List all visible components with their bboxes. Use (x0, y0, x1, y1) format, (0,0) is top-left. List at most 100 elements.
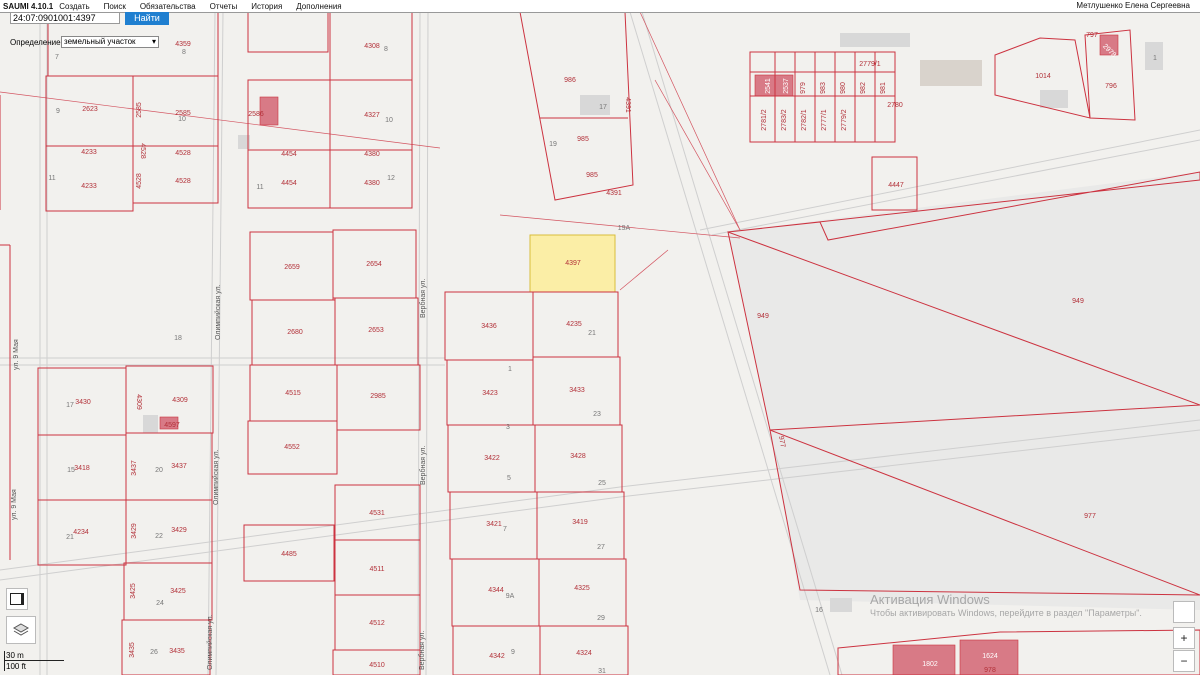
basemap-button[interactable] (6, 588, 28, 610)
svg-text:7: 7 (503, 526, 507, 533)
cadastral-map[interactable]: 4359 4308986 4391 2779/11014797796 262325… (0, 0, 1200, 675)
svg-text:9: 9 (56, 108, 60, 115)
svg-text:10: 10 (178, 116, 186, 123)
svg-text:Олимпийская ул.: Олимпийская ул. (206, 614, 214, 670)
svg-text:3423: 3423 (482, 390, 498, 397)
activation-subtitle: Чтобы активировать Windows, перейдите в … (870, 608, 1142, 618)
svg-text:20: 20 (155, 467, 163, 474)
svg-text:986: 986 (564, 77, 576, 84)
svg-text:2654: 2654 (366, 261, 382, 268)
svg-text:Вербная ул.: Вербная ул. (419, 446, 427, 485)
svg-text:11: 11 (256, 184, 263, 191)
definition-select[interactable]: земельный участок ▾ (61, 36, 159, 48)
menu-obligations[interactable]: Обязательства (140, 2, 196, 11)
basemap-icon (10, 593, 24, 605)
svg-text:4309: 4309 (135, 394, 142, 410)
layers-button[interactable] (6, 616, 36, 644)
svg-text:978: 978 (984, 667, 996, 674)
main-menu: Создать Поиск Обязательства Отчеты Истор… (59, 2, 355, 11)
chevron-down-icon: ▾ (151, 37, 156, 46)
svg-text:4327: 4327 (364, 112, 380, 119)
svg-text:29: 29 (597, 615, 605, 622)
svg-text:4447: 4447 (888, 182, 904, 189)
definition-select-value: земельный участок (64, 37, 136, 46)
svg-text:26: 26 (150, 649, 158, 656)
svg-text:4528: 4528 (136, 173, 143, 189)
menu-additions[interactable]: Дополнения (296, 2, 341, 11)
menu-history[interactable]: История (251, 2, 282, 11)
svg-text:21: 21 (66, 534, 74, 541)
svg-text:3430: 3430 (75, 399, 91, 406)
svg-text:797: 797 (1086, 32, 1098, 39)
svg-text:3421: 3421 (486, 521, 502, 528)
svg-text:3418: 3418 (74, 465, 90, 472)
find-button[interactable]: Найти (125, 12, 169, 25)
svg-text:ул. 9 Мая: ул. 9 Мая (11, 489, 18, 520)
svg-text:3425: 3425 (130, 583, 137, 599)
svg-text:2777/1: 2777/1 (821, 109, 828, 131)
menu-reports[interactable]: Отчеты (210, 2, 238, 11)
svg-text:981: 981 (880, 82, 887, 94)
svg-text:4454: 4454 (281, 151, 297, 158)
svg-text:3419: 3419 (572, 519, 588, 526)
svg-text:1: 1 (1153, 55, 1157, 62)
svg-text:4324: 4324 (576, 650, 592, 657)
svg-text:1014: 1014 (1035, 73, 1051, 80)
svg-text:3435: 3435 (169, 648, 185, 655)
svg-text:4454: 4454 (281, 180, 297, 187)
svg-text:985: 985 (577, 136, 589, 143)
svg-text:4359: 4359 (175, 41, 191, 48)
minus-icon: − (1180, 654, 1188, 668)
svg-text:4515: 4515 (285, 390, 301, 397)
svg-text:17: 17 (599, 104, 607, 111)
svg-text:2779/1: 2779/1 (859, 61, 881, 68)
scale-bar: 30 m 100 ft (3, 651, 64, 673)
svg-text:3435: 3435 (129, 642, 136, 658)
svg-text:4552: 4552 (284, 444, 300, 451)
svg-text:22: 22 (155, 533, 163, 540)
svg-text:4528: 4528 (175, 178, 191, 185)
user-name[interactable]: Метлушенко Елена Сергеевна (1076, 1, 1190, 10)
svg-text:3428: 3428 (570, 453, 586, 460)
map-control-button[interactable] (1173, 601, 1195, 623)
windows-activation-watermark: Активация Windows Чтобы активировать Win… (870, 592, 1142, 618)
svg-text:4528: 4528 (175, 150, 191, 157)
svg-text:2680: 2680 (287, 329, 303, 336)
svg-text:2541: 2541 (765, 78, 772, 94)
svg-text:2782/1: 2782/1 (801, 109, 808, 131)
svg-text:9A: 9A (506, 593, 515, 600)
zoom-out-button[interactable]: − (1173, 650, 1195, 672)
svg-text:Вербная ул.: Вербная ул. (418, 631, 426, 670)
svg-text:4391: 4391 (624, 97, 631, 113)
svg-text:4485: 4485 (281, 551, 297, 558)
definition-label: Определение: (10, 38, 63, 47)
svg-text:27: 27 (597, 544, 605, 551)
svg-text:2537: 2537 (783, 78, 790, 94)
svg-text:11: 11 (48, 175, 55, 182)
svg-text:2586: 2586 (248, 111, 264, 118)
svg-text:21: 21 (588, 330, 596, 337)
menu-search[interactable]: Поиск (104, 2, 126, 11)
cadastral-search-input[interactable]: 24:07:0901001:4397 (10, 12, 120, 24)
svg-text:8: 8 (182, 49, 186, 56)
zoom-in-button[interactable]: + (1173, 627, 1195, 649)
svg-text:2780: 2780 (887, 102, 903, 109)
svg-text:977: 977 (1084, 513, 1096, 520)
menu-create[interactable]: Создать (59, 2, 89, 11)
svg-text:949: 949 (1072, 298, 1084, 305)
svg-text:4391: 4391 (606, 190, 622, 197)
svg-text:4235: 4235 (566, 321, 582, 328)
svg-text:4380: 4380 (364, 180, 380, 187)
svg-text:2985: 2985 (370, 393, 386, 400)
svg-text:Олимпийская ул.: Олимпийская ул. (212, 449, 220, 505)
svg-text:3437: 3437 (131, 460, 138, 476)
svg-text:4344: 4344 (488, 587, 504, 594)
svg-text:18: 18 (174, 335, 182, 342)
svg-text:3429: 3429 (131, 523, 138, 539)
svg-text:3437: 3437 (171, 463, 187, 470)
svg-text:3429: 3429 (171, 527, 187, 534)
svg-text:15: 15 (67, 467, 75, 474)
svg-text:4511: 4511 (369, 566, 384, 573)
svg-text:5: 5 (507, 475, 511, 482)
svg-text:3436: 3436 (481, 323, 497, 330)
